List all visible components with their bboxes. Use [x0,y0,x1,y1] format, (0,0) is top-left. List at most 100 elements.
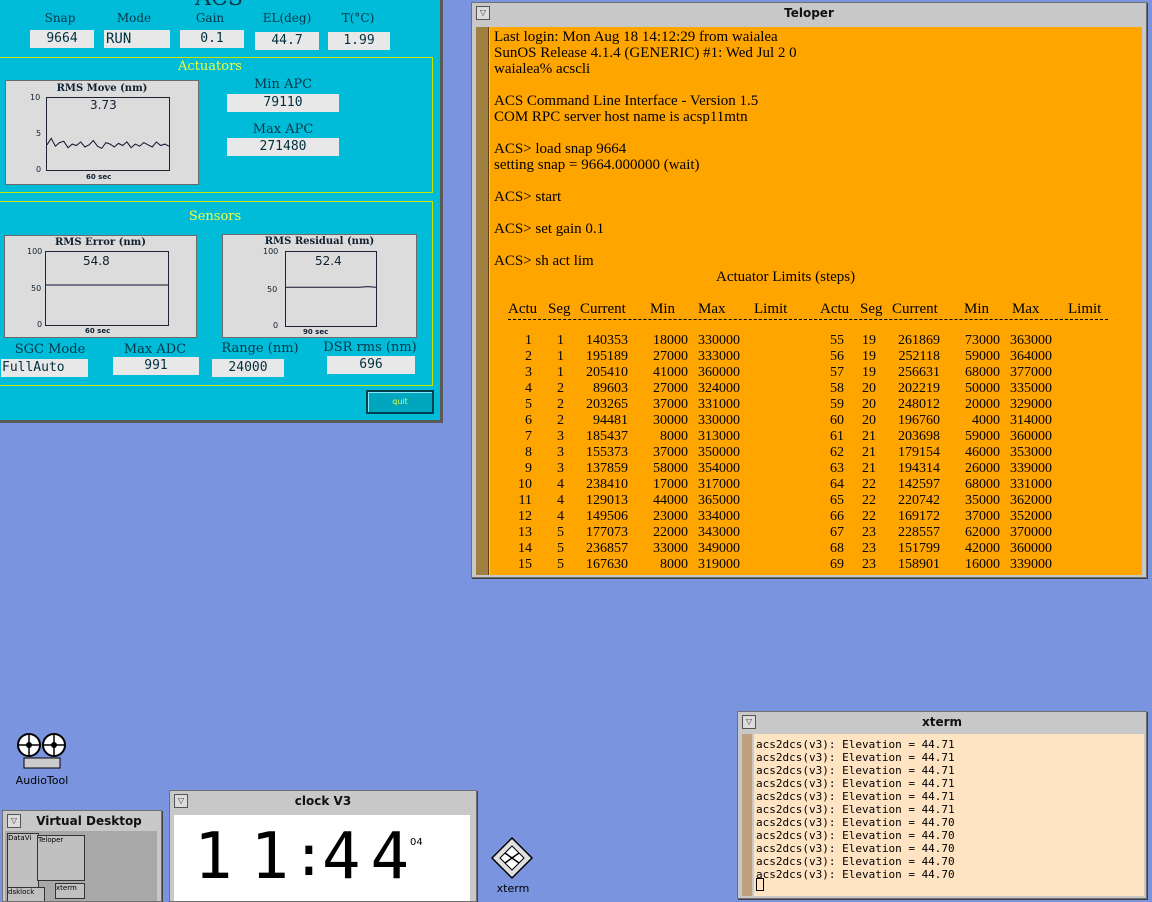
acs-panel: ACS Snap Mode Gain EL(deg) T(°C) 9664 RU… [0,0,443,423]
xterm-title: xterm [921,715,963,729]
clock-title: clock V3 [294,794,352,808]
xterm-titlebar[interactable]: ▽ xterm [738,712,1146,732]
clock-minutes: 44 [322,820,420,894]
rms-residual-title: RMS Residual (nm) [264,236,375,247]
mode-value: RUN [104,30,170,48]
table-header: Current [580,301,626,317]
table-cell: 23 [862,541,876,556]
sensors-title: Sensors [188,209,242,224]
table-cell: 2 [557,381,564,396]
tick: 5 [36,129,42,138]
teloper-titlebar[interactable]: ▽ Teloper [472,3,1146,23]
table-cell: 22 [862,477,876,492]
table-cell: 331000 [698,397,740,412]
table-cell: 352000 [1010,509,1052,524]
table-cell: 360000 [1010,429,1052,444]
gain-label: Gain [195,11,225,25]
vdesk-xterm-window[interactable]: xterm [55,883,85,899]
window-menu-icon[interactable]: ▽ [476,6,490,20]
max-adc-label: Max ADC [123,342,187,357]
table-cell: 22 [862,509,876,524]
terminal-line: SunOS Release 4.1.4 (GENERIC) #1: Wed Ju… [494,45,797,61]
table-cell: 19 [862,365,876,380]
xterm-terminal[interactable]: acs2dcs(v3): Elevation = 44.71 acs2dcs(v3… [754,734,1144,896]
table-cell: 350000 [698,445,740,460]
window-menu-icon[interactable]: ▽ [742,715,756,729]
dsr-rms-value: 696 [327,356,415,374]
tick: 50 [31,284,42,293]
teloper-terminal[interactable]: Last login: Mon Aug 18 14:12:29 from wai… [490,27,1142,575]
series-line [286,286,377,288]
xterm-scrollbar[interactable] [742,734,752,896]
vdesk-teloper-window[interactable]: Teloper [37,835,85,881]
cursor [756,878,764,891]
quit-button[interactable]: quit [366,390,434,414]
plot-frame [285,251,377,327]
rms-residual-footer: 90 sec [303,328,329,336]
table-cell: 317000 [698,477,740,492]
temp-value: 1.99 [328,32,390,50]
plot-frame [45,251,169,326]
tick: 50 [267,285,278,294]
rms-error-chart: RMS Error (nm) 54.8 100 50 0 60 sec [4,235,197,338]
table-title: Actuator Limits (steps) [716,269,856,285]
rms-residual-plot [285,251,377,327]
table-header: Actu [508,301,538,317]
table-header: Actu [820,301,850,317]
gain-value: 0.1 [180,30,244,48]
clock-window: ▽ clock V3 11 : 44 04 [169,790,477,902]
table-cell: 360000 [698,365,740,380]
tick: 0 [273,321,279,330]
table-cell: 363000 [1010,333,1052,348]
tick: 10 [30,93,41,102]
rms-move-plot [46,97,170,171]
teloper-title: Teloper [784,6,834,20]
table-cell: 3 [557,445,564,460]
vdesk-area[interactable]: DataVi Teloper dsklock xterm [5,831,157,901]
vdesk-dsk-window[interactable]: dsklock [7,887,45,901]
table-header: Seg [548,301,571,317]
xterm-line: acs2dcs(v3): Elevation = 44.70 [756,855,955,868]
vdesk-data-window[interactable]: DataVi [7,833,39,893]
min-apc-label: Min APC [253,77,313,92]
table-cell: 19 [862,333,876,348]
table-cell: 23 [862,557,876,572]
tick: 100 [263,247,279,256]
plot-frame [46,97,170,171]
xterm-line: acs2dcs(v3): Elevation = 44.70 [756,816,955,829]
clock-titlebar[interactable]: ▽ clock V3 [170,791,476,811]
snap-label: Snap [44,11,76,25]
table-cell: 330000 [698,413,740,428]
table-cell: 330000 [698,333,740,348]
xterm-line: acs2dcs(v3): Elevation = 44.70 [756,842,955,855]
table-header: Seg [860,301,883,317]
tick: 100 [27,247,43,256]
table-cell: 21 [862,461,876,476]
rms-move-footer: 60 sec [86,173,112,181]
xterm-line: acs2dcs(v3): Elevation = 44.71 [756,764,955,777]
table-cell: 319000 [698,557,740,572]
window-menu-icon[interactable]: ▽ [174,794,188,808]
table-cell: 334000 [698,509,740,524]
table-header: Limit [754,301,788,317]
window-menu-icon[interactable]: ▽ [7,814,21,828]
audiotool-launcher[interactable]: AudioTool [10,728,74,788]
terminal-line: ACS> set gain 0.1 [494,221,605,237]
xterm-line: acs2dcs(v3): Elevation = 44.71 [756,803,955,816]
virtual-desktop-window: ▽ Virtual Desktop DataVi Teloper dsklock… [2,810,162,902]
vdesk-titlebar[interactable]: ▽ Virtual Desktop [3,811,161,831]
table-cell: 370000 [1010,525,1052,540]
table-cell: 354000 [698,461,740,476]
clock-colon: : [292,824,326,889]
table-cell: 21 [862,429,876,444]
xterm-line: acs2dcs(v3): Elevation = 44.71 [756,738,955,751]
table-cell: 377000 [1010,365,1052,380]
table-cell: 1 [557,333,564,348]
table-header: Min [964,301,990,317]
table-cell: 4 [557,509,564,524]
xterm-launcher[interactable]: xterm [488,836,538,898]
teloper-scrollbar[interactable] [476,27,489,575]
xterm-line: acs2dcs(v3): Elevation = 44.71 [756,790,955,803]
table-cell: 2 [557,397,564,412]
sgc-mode-value: FullAuto [1,359,88,377]
